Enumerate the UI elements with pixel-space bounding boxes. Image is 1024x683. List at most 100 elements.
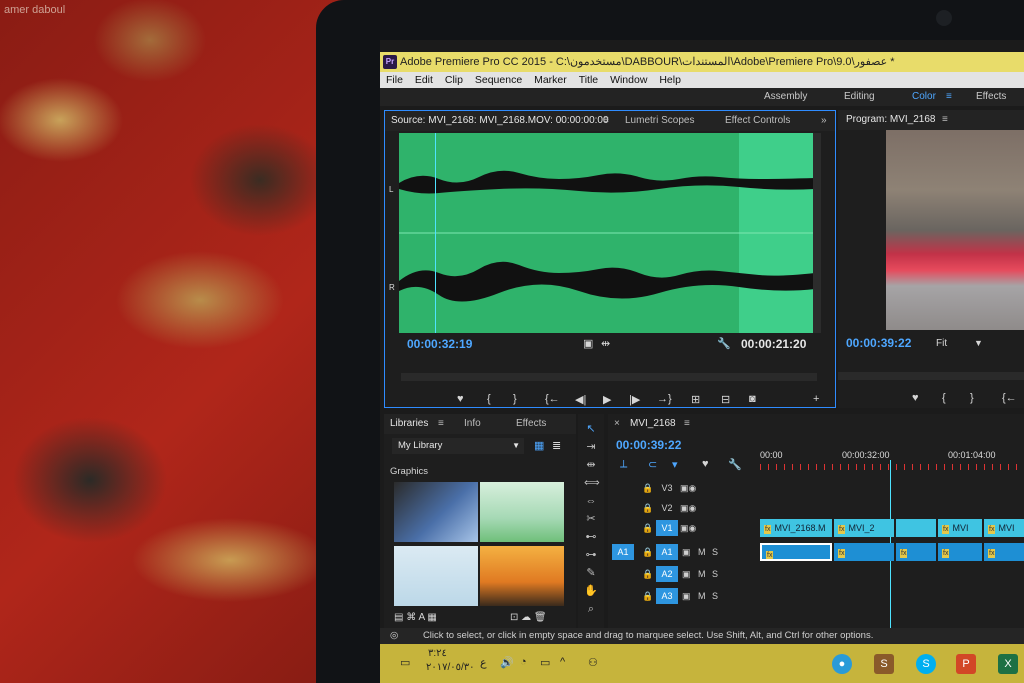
- rate-stretch-tool-icon[interactable]: ⇔: [584, 494, 598, 508]
- workspace-color[interactable]: Color: [912, 88, 936, 106]
- wifi-icon[interactable]: ◔: [520, 656, 527, 668]
- timeline-audio-clip[interactable]: fx: [984, 543, 1024, 561]
- menu-window[interactable]: Window: [610, 74, 647, 86]
- track-label-a2[interactable]: A2: [656, 566, 678, 582]
- ripple-edit-tool-icon[interactable]: ⇹: [584, 458, 598, 472]
- lock-icon[interactable]: 🔒: [642, 542, 653, 562]
- fit-dropdown[interactable]: Fit: [936, 338, 947, 349]
- hand-tool-icon[interactable]: ✋: [584, 584, 598, 598]
- step-forward-icon[interactable]: |▶: [629, 393, 640, 406]
- overwrite-icon[interactable]: ⊟: [721, 393, 730, 406]
- tab-info[interactable]: Info: [464, 414, 481, 434]
- library-footer-icon[interactable]: ⊡ ☁ 🗑: [510, 612, 547, 623]
- list-view-icon[interactable]: ≣: [552, 439, 561, 452]
- workspace-effects[interactable]: Effects: [976, 88, 1006, 106]
- timeline-clip[interactable]: fx MVI_2: [834, 519, 894, 537]
- source-patch-a1[interactable]: A1: [612, 544, 634, 560]
- program-add-marker-icon[interactable]: ♥: [912, 392, 919, 404]
- notification-icon[interactable]: ▭: [400, 656, 410, 669]
- timeline-clip[interactable]: fx MVI_2168.M: [760, 519, 832, 537]
- libraries-panel-menu-icon[interactable]: ≡: [438, 414, 444, 434]
- library-thumbnail[interactable]: [394, 482, 478, 542]
- sync-lock-icon[interactable]: ▣: [682, 542, 691, 562]
- timeline-panel-menu-icon[interactable]: ≡: [684, 414, 690, 434]
- timeline-clip[interactable]: fx MVI: [984, 519, 1024, 537]
- menu-help[interactable]: Help: [659, 74, 681, 86]
- timeline-timecode[interactable]: 00:00:39:22: [616, 438, 681, 452]
- drag-video-icon[interactable]: ▣: [583, 337, 593, 350]
- solo-button[interactable]: S: [712, 564, 718, 584]
- battery-icon[interactable]: ▭: [540, 656, 550, 669]
- solo-button[interactable]: S: [712, 542, 718, 562]
- mark-in-icon[interactable]: {: [487, 393, 491, 405]
- tab-source[interactable]: Source: MVI_2168: MVI_2168.MOV: 00:00:00…: [391, 111, 609, 131]
- program-mark-in-icon[interactable]: {: [942, 392, 946, 404]
- tab-libraries[interactable]: Libraries: [390, 414, 428, 434]
- mark-out-icon[interactable]: }: [513, 393, 517, 405]
- app-icon[interactable]: S: [874, 654, 894, 674]
- go-to-out-icon[interactable]: →}: [657, 393, 672, 405]
- pen-tool-icon[interactable]: ✎: [584, 566, 598, 580]
- slide-tool-icon[interactable]: ⊶: [584, 548, 598, 562]
- program-mark-out-icon[interactable]: }: [970, 392, 974, 404]
- clock-date[interactable]: ٢٠١٧/٠٥/٣٠: [426, 662, 475, 673]
- chevron-down-icon[interactable]: ▼: [974, 338, 983, 348]
- skype-icon[interactable]: S: [916, 654, 936, 674]
- add-marker-timeline-icon[interactable]: ▾: [672, 458, 678, 471]
- lock-icon[interactable]: 🔒: [642, 478, 653, 498]
- excel-icon[interactable]: X: [998, 654, 1018, 674]
- program-go-to-in-icon[interactable]: {←: [1002, 392, 1017, 404]
- program-panel-menu-icon[interactable]: ≡: [942, 110, 948, 130]
- lock-icon[interactable]: 🔒: [642, 518, 653, 538]
- sync-lock-icon[interactable]: ▣: [682, 586, 691, 606]
- export-frame-icon[interactable]: ◙: [749, 393, 756, 405]
- timeline-ruler[interactable]: [760, 464, 1024, 470]
- library-thumbnail[interactable]: [480, 546, 564, 606]
- language-indicator[interactable]: ع: [480, 656, 487, 669]
- wrench-icon[interactable]: 🔧: [717, 337, 731, 350]
- play-icon[interactable]: ▶: [603, 393, 611, 406]
- source-time-ruler[interactable]: [401, 373, 817, 381]
- track-label-a3[interactable]: A3: [656, 588, 678, 604]
- track-label-v3[interactable]: V3: [656, 480, 678, 496]
- library-thumbnail[interactable]: [394, 546, 478, 606]
- volume-icon[interactable]: 🔊: [500, 656, 514, 669]
- toggle-output-icon[interactable]: ▣◉: [680, 518, 696, 538]
- tab-sequence[interactable]: MVI_2168: [630, 414, 676, 434]
- tab-lumetri-scopes[interactable]: Lumetri Scopes: [625, 111, 694, 131]
- powerpoint-icon[interactable]: P: [956, 654, 976, 674]
- add-button-icon[interactable]: +: [813, 393, 819, 405]
- track-label-v1[interactable]: V1: [656, 520, 678, 536]
- lock-icon[interactable]: 🔒: [642, 564, 653, 584]
- grid-view-icon[interactable]: ▦: [534, 439, 544, 452]
- zoom-tool-icon[interactable]: ⌕: [584, 602, 598, 616]
- tab-effect-controls[interactable]: Effect Controls: [725, 111, 790, 131]
- library-thumbnail[interactable]: [480, 482, 564, 542]
- mute-button[interactable]: M: [698, 542, 706, 562]
- track-label-v2[interactable]: V2: [656, 500, 678, 516]
- lock-icon[interactable]: 🔒: [642, 498, 653, 518]
- timeline-audio-clip[interactable]: fx: [896, 543, 936, 561]
- library-select[interactable]: My Library ▼: [392, 438, 524, 454]
- linked-selection-icon[interactable]: ⊂: [648, 458, 657, 471]
- sync-lock-icon[interactable]: ▣: [682, 564, 691, 584]
- razor-tool-icon[interactable]: ✂: [584, 512, 598, 526]
- drag-audio-icon[interactable]: ⇹: [601, 337, 610, 350]
- step-back-icon[interactable]: ◀|: [575, 393, 586, 406]
- menu-marker[interactable]: Marker: [534, 74, 567, 86]
- menu-sequence[interactable]: Sequence: [475, 74, 522, 86]
- workspace-assembly[interactable]: Assembly: [764, 88, 807, 106]
- timeline-audio-clip[interactable]: fx: [834, 543, 894, 561]
- tray-chevron-up-icon[interactable]: ^: [560, 656, 565, 668]
- timeline-audio-clip[interactable]: fx: [938, 543, 982, 561]
- menu-file[interactable]: File: [386, 74, 403, 86]
- mute-button[interactable]: M: [698, 586, 706, 606]
- timeline-clip[interactable]: fx MVI: [938, 519, 982, 537]
- toggle-output-icon[interactable]: ▣◉: [680, 498, 696, 518]
- tab-program[interactable]: Program: MVI_2168: [846, 110, 936, 130]
- insert-icon[interactable]: ⊞: [691, 393, 700, 406]
- selection-tool-icon[interactable]: ↖: [584, 422, 598, 436]
- menu-title[interactable]: Title: [579, 74, 598, 86]
- menu-clip[interactable]: Clip: [445, 74, 463, 86]
- tab-effects[interactable]: Effects: [516, 414, 546, 434]
